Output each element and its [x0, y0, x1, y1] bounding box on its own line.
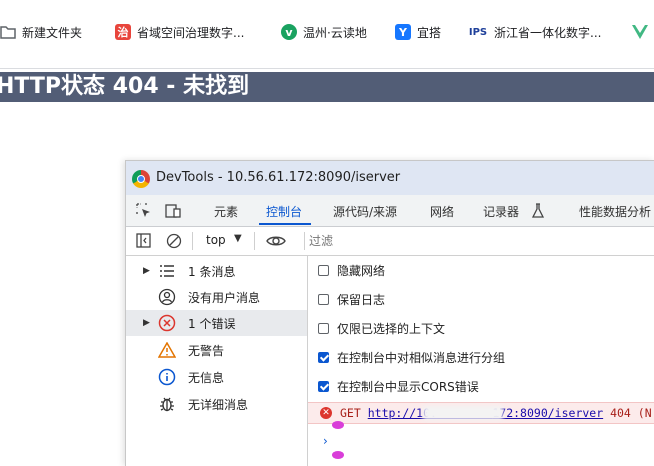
setting-selected-context[interactable]: 仅限已选择的上下文 [318, 318, 445, 338]
inspect-element-icon[interactable] [136, 203, 152, 219]
cursor-marker [332, 421, 344, 429]
console-main: 隐藏网络 保留日志 仅限已选择的上下文 在控制台中对相似消息进行分组 在控制台中… [308, 256, 654, 466]
sidebar-item-label: 无信息 [188, 370, 225, 385]
tab-elements[interactable]: 元素 [214, 203, 238, 220]
setting-group-similar[interactable]: 在控制台中对相似消息进行分组 [318, 347, 505, 367]
tab-network[interactable]: 网络 [430, 203, 454, 220]
ips-icon: IPS [468, 26, 488, 38]
vue-icon [632, 24, 648, 40]
tab-performance-insights[interactable]: 性能数据分析 [579, 203, 651, 220]
checkbox[interactable] [318, 380, 329, 392]
checkbox[interactable] [318, 293, 329, 305]
bookmark-yida[interactable]: Y 宜搭 [395, 22, 441, 42]
setting-hide-network[interactable]: 隐藏网络 [318, 260, 385, 280]
context-select[interactable]: top [206, 233, 226, 247]
setting-preserve-log[interactable]: 保留日志 [318, 289, 385, 309]
sidebar-item-label: 无警告 [188, 343, 225, 358]
bookmark-label: 新建文件夹 [22, 25, 83, 40]
error-icon: ✕ [320, 407, 332, 419]
devtools-tab-bar: 元素 控制台 源代码/来源 网络 记录器 性能数据分析 [126, 195, 654, 227]
bookmarks-bar: 新建文件夹 治 省域空间治理数字... v 温州·云读地 Y 宜搭 IPS 浙江… [0, 0, 654, 62]
bookmark-wenzhou[interactable]: v 温州·云读地 [281, 22, 367, 42]
flask-icon [531, 203, 547, 219]
sidebar-toggle-icon[interactable] [136, 233, 152, 252]
warning-icon [158, 341, 176, 359]
device-toolbar-icon[interactable] [164, 203, 181, 219]
tab-console[interactable]: 控制台 [266, 203, 302, 220]
checkbox[interactable] [318, 264, 329, 276]
sidebar-item-warnings[interactable]: 无警告 [126, 337, 307, 363]
sidebar-item-errors[interactable]: ▶ 1 个错误 [126, 310, 307, 336]
setting-label: 仅限已选择的上下文 [337, 321, 446, 336]
tab-recorder[interactable]: 记录器 [483, 203, 519, 220]
expand-arrow-icon[interactable]: ▶ [143, 318, 150, 328]
toolbar-separator [254, 232, 255, 250]
setting-label: 隐藏网络 [337, 263, 386, 278]
folder-icon [0, 24, 16, 40]
eye-icon[interactable] [266, 234, 286, 251]
leaf-icon: v [281, 24, 297, 40]
sidebar-item-verbose[interactable]: 无详细消息 [126, 391, 307, 417]
bookmark-folder[interactable]: 新建文件夹 [0, 22, 82, 42]
list-icon [158, 262, 176, 280]
console-prompt[interactable]: › [323, 434, 328, 448]
bookmark-label: 浙江省一体化数字... [494, 25, 602, 40]
chevron-down-icon[interactable]: ▼ [234, 233, 242, 244]
setting-label: 保留日志 [337, 292, 386, 307]
devtools-window: DevTools - 10.56.61.172:8090/iserver 元素 … [125, 160, 654, 466]
bookmark-label: 温州·云读地 [303, 25, 367, 40]
toolbar-divider [0, 68, 654, 69]
sidebar-item-messages[interactable]: ▶ 1 条消息 [126, 258, 307, 284]
checkbox[interactable] [318, 322, 329, 334]
bug-icon [158, 395, 176, 413]
setting-label: 在控制台中对相似消息进行分组 [337, 350, 506, 365]
error-icon [158, 314, 176, 332]
page-heading: HTTP状态 404 - 未找到 [0, 72, 654, 102]
console-sidebar: ▶ 1 条消息 没有用户消息 ▶ 1 个错误 无警告 无信息 无详细消息 [126, 256, 308, 466]
tab-sources[interactable]: 源代码/来源 [333, 203, 397, 220]
console-toolbar: top ▼ [126, 227, 654, 256]
redacted-region [423, 406, 503, 420]
sidebar-item-label: 1 条消息 [188, 264, 236, 279]
chrome-icon [132, 170, 150, 188]
setting-show-cors-errors[interactable]: 在控制台中显示CORS错误 [318, 376, 479, 396]
clear-console-icon[interactable] [166, 233, 182, 252]
bookmark-label: 省域空间治理数字... [137, 25, 245, 40]
zhi-icon: 治 [115, 24, 131, 40]
sidebar-item-label: 没有用户消息 [188, 290, 261, 305]
checkbox[interactable] [318, 351, 329, 363]
sidebar-item-label: 1 个错误 [188, 316, 236, 331]
devtools-titlebar[interactable]: DevTools - 10.56.61.172:8090/iserver [126, 161, 654, 195]
bookmark-vue[interactable] [632, 22, 648, 42]
sidebar-item-label: 无详细消息 [188, 397, 249, 412]
expand-arrow-icon[interactable]: ▶ [143, 266, 150, 276]
active-tab-indicator [259, 223, 311, 225]
devtools-title: DevTools - 10.56.61.172:8090/iserver [156, 170, 401, 185]
info-icon [158, 368, 176, 386]
bookmark-label: 宜搭 [417, 25, 442, 40]
user-icon [158, 288, 176, 306]
sidebar-item-user-messages[interactable]: 没有用户消息 [126, 284, 307, 310]
toolbar-separator [192, 232, 193, 250]
setting-label: 在控制台中显示CORS错误 [337, 379, 479, 394]
bookmark-zhejiang[interactable]: IPS 浙江省一体化数字... [468, 22, 602, 42]
sidebar-item-info[interactable]: 无信息 [126, 364, 307, 390]
bookmark-shengyu[interactable]: 治 省域空间治理数字... [115, 22, 244, 42]
filter-box [304, 232, 654, 250]
cursor-marker [332, 451, 344, 459]
yida-icon: Y [395, 24, 411, 40]
filter-input[interactable] [305, 232, 609, 250]
